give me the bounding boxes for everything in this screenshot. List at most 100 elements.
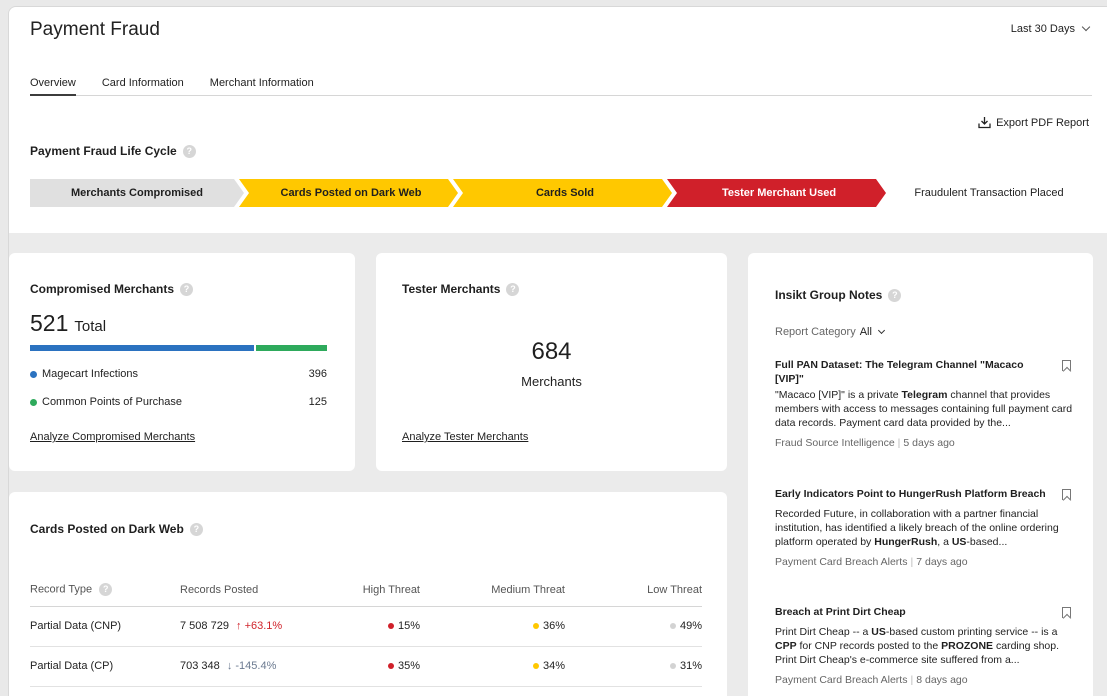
table-row[interactable]: Partial Data (CNP) 7 508 729 ↑ +63.1% 15… — [30, 606, 702, 647]
report-category-label: Report Category — [775, 326, 856, 338]
download-icon — [978, 117, 991, 129]
note-title[interactable]: Breach at Print Dirt Cheap — [775, 605, 1073, 619]
column-header: Medium Threat — [420, 574, 565, 607]
low-threat-value: 31% — [679, 660, 702, 672]
stage-merchants-compromised: Merchants Compromised — [70, 187, 204, 199]
lifecycle-title-text: Payment Fraud Life Cycle — [30, 144, 177, 158]
analyze-tester-link[interactable]: Analyze Tester Merchants — [402, 431, 528, 443]
table-row[interactable]: Partial Data (CP) 703 348 ↓ -145.4% 35% … — [30, 646, 702, 687]
bookmark-icon[interactable] — [1062, 607, 1071, 618]
tab-merchant-information[interactable]: Merchant Information — [210, 77, 314, 96]
records-posted: 703 348 ↓ -145.4% — [170, 646, 330, 687]
red-dot-icon — [387, 663, 394, 670]
analyze-compromised-link[interactable]: Analyze Compromised Merchants — [30, 431, 195, 443]
note-item[interactable]: Full PAN Dataset: The Telegram Channel "… — [775, 358, 1073, 449]
card-title: Compromised Merchants ? — [30, 282, 194, 296]
dark-web-card: Cards Posted on Dark Web ? Record Type ?… — [9, 492, 727, 696]
records-posted-value: 7 508 729 — [180, 620, 229, 632]
chevron-down-icon — [1081, 22, 1091, 32]
medium-threat-cell: 34% — [420, 646, 565, 687]
app-frame: Payment Fraud Last 30 Days Overview Card… — [8, 6, 1107, 696]
red-dot-icon — [387, 623, 394, 630]
column-header-text: Record Type — [30, 583, 93, 596]
note-meta: Payment Card Breach Alerts | 8 days ago — [775, 674, 968, 686]
card-title-text: Cards Posted on Dark Web — [30, 522, 184, 536]
legend-label: Common Points of Purchase — [42, 396, 183, 408]
medium-threat-value: 34% — [542, 660, 565, 672]
note-item[interactable]: Early Indicators Point to HungerRush Pla… — [775, 487, 1073, 568]
note-title[interactable]: Early Indicators Point to HungerRush Pla… — [775, 487, 1073, 501]
note-source: Payment Card Breach Alerts — [775, 674, 908, 686]
stage-cards-posted: Cards Posted on Dark Web — [280, 187, 422, 199]
arrow-down-icon: ↓ — [226, 660, 233, 672]
low-threat-cell: 31% — [565, 646, 702, 687]
legend-label: Magecart Infections — [42, 368, 138, 380]
card-title: Insikt Group Notes ? — [775, 288, 902, 302]
help-icon[interactable]: ? — [99, 583, 113, 597]
bar-segment-magecart — [30, 345, 255, 351]
export-pdf-label: Export PDF Report — [996, 116, 1089, 129]
column-header: Record Type ? — [30, 574, 170, 607]
bookmark-icon[interactable] — [1062, 360, 1071, 371]
arrow-up-icon: ↑ — [236, 620, 242, 632]
tester-merchants-card: Tester Merchants ? 684 Merchants Analyze… — [376, 253, 727, 471]
legend-value: 396 — [308, 368, 327, 380]
change-percent: +63.1% — [244, 620, 283, 632]
yellow-dot-icon — [532, 663, 539, 670]
total-value: 521 — [30, 310, 69, 336]
table-header-row: Record Type ? Records Posted High Threat… — [30, 574, 702, 607]
tab-overview[interactable]: Overview — [30, 77, 76, 96]
note-title[interactable]: Full PAN Dataset: The Telegram Channel "… — [775, 358, 1073, 386]
yellow-dot-icon — [532, 623, 539, 630]
medium-threat-value: 36% — [542, 620, 565, 632]
high-threat-value: 35% — [397, 660, 420, 672]
change-percent: -145.4% — [235, 660, 277, 672]
card-title: Cards Posted on Dark Web ? — [30, 522, 203, 536]
legend-value: 125 — [308, 396, 327, 408]
dark-web-table: Record Type ? Records Posted High Threat… — [30, 574, 702, 687]
help-icon[interactable]: ? — [888, 288, 902, 302]
total-count: 521 Total — [30, 310, 106, 337]
tester-count: 684 — [531, 338, 572, 365]
bookmark-icon[interactable] — [1062, 489, 1071, 500]
green-dot-icon — [30, 398, 37, 406]
tab-bar: Overview Card Information Merchant Infor… — [30, 77, 1092, 96]
distribution-bar — [30, 345, 327, 351]
date-range-dropdown[interactable]: Last 30 Days — [1010, 22, 1091, 35]
records-posted: 7 508 729 ↑ +63.1% — [170, 606, 330, 647]
note-source: Payment Card Breach Alerts — [775, 556, 908, 568]
medium-threat-cell: 36% — [420, 606, 565, 647]
card-title-text: Tester Merchants — [402, 282, 501, 296]
note-meta: Payment Card Breach Alerts | 7 days ago — [775, 556, 968, 568]
help-icon[interactable]: ? — [189, 522, 203, 536]
stage-fraudulent-transaction: Fraudulent Transaction Placed — [914, 187, 1064, 199]
gray-dot-icon — [669, 623, 676, 630]
report-category-filter[interactable]: Report Category All — [775, 326, 885, 338]
high-threat-cell: 35% — [330, 646, 420, 687]
card-title-text: Insikt Group Notes — [775, 288, 883, 302]
help-icon[interactable]: ? — [182, 144, 196, 158]
records-posted-value: 703 348 — [180, 660, 220, 672]
help-icon[interactable]: ? — [180, 282, 194, 296]
low-threat-value: 49% — [679, 620, 702, 632]
compromised-merchants-card: Compromised Merchants ? 521 Total Mageca… — [9, 253, 355, 471]
date-range-label: Last 30 Days — [1010, 23, 1075, 35]
note-age: 8 days ago — [916, 674, 968, 686]
legend-item: Magecart Infections 396 — [30, 368, 327, 380]
note-body: Recorded Future, in collaboration with a… — [775, 508, 1059, 548]
help-icon[interactable]: ? — [506, 282, 520, 296]
high-threat-cell: 15% — [330, 606, 420, 647]
card-title-text: Compromised Merchants — [30, 282, 175, 296]
insikt-notes-card: Insikt Group Notes ? Report Category All… — [748, 253, 1093, 696]
export-pdf-button[interactable]: Export PDF Report — [978, 116, 1089, 129]
card-title: Tester Merchants ? — [402, 282, 520, 296]
tab-card-information[interactable]: Card Information — [102, 77, 184, 96]
legend-item: Common Points of Purchase 125 — [30, 396, 327, 408]
high-threat-value: 15% — [397, 620, 420, 632]
note-age: 7 days ago — [916, 556, 968, 568]
page-title: Payment Fraud — [30, 19, 160, 40]
stage-tester-merchant: Tester Merchant Used — [721, 187, 837, 199]
note-body: "Macaco [VIP]" is a private Telegram cha… — [775, 389, 1073, 429]
note-item[interactable]: Breach at Print Dirt Cheap Print Dirt Ch… — [775, 605, 1073, 686]
note-meta: Fraud Source Intelligence | 5 days ago — [775, 437, 955, 449]
